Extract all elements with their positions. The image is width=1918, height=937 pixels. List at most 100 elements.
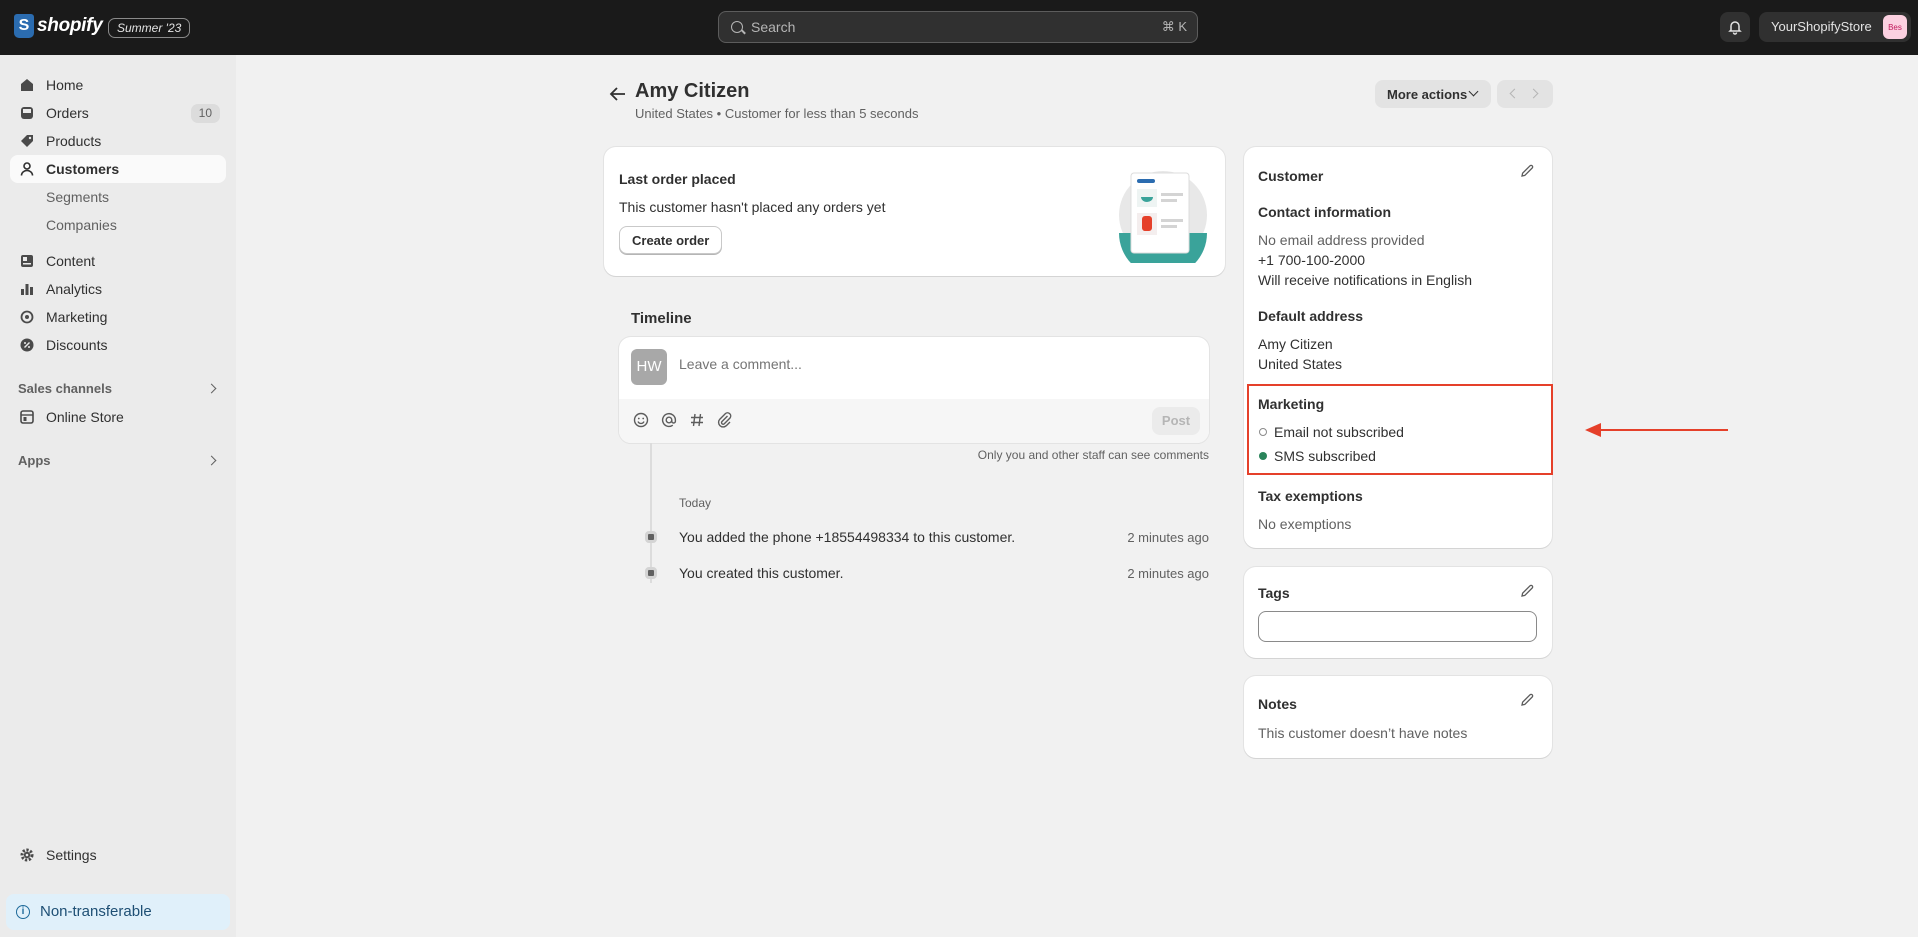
sidebar-item-label: Discounts bbox=[46, 337, 108, 353]
customer-phone[interactable]: +1 700-100-2000 bbox=[1258, 252, 1365, 268]
sidebar-item-discounts[interactable]: Discounts bbox=[10, 331, 226, 359]
sidebar-item-home[interactable]: Home bbox=[10, 71, 226, 99]
orders-count-badge: 10 bbox=[190, 104, 220, 123]
staff-note: Only you and other staff can see comment… bbox=[977, 448, 1209, 462]
annotation-arrow-line bbox=[1598, 429, 1728, 431]
customer-card: Customer Contact information No email ad… bbox=[1244, 147, 1552, 548]
next-icon[interactable] bbox=[1528, 88, 1539, 99]
customer-email: No email address provided bbox=[1258, 232, 1425, 248]
sidebar-item-marketing[interactable]: Marketing bbox=[10, 303, 226, 331]
emoji-icon[interactable] bbox=[632, 411, 650, 429]
comment-box: HW Post bbox=[619, 337, 1209, 443]
customer-card-title: Customer bbox=[1258, 168, 1324, 184]
non-transferable-label: Non-transferable bbox=[40, 903, 152, 920]
previous-icon[interactable] bbox=[1509, 88, 1520, 99]
sidebar-item-label: Orders bbox=[46, 105, 89, 121]
last-order-text: This customer hasn't placed any orders y… bbox=[619, 199, 886, 215]
mention-icon[interactable] bbox=[660, 411, 678, 429]
more-actions-button[interactable]: More actions bbox=[1375, 80, 1491, 108]
timeline-event-time: 2 minutes ago bbox=[1127, 566, 1209, 581]
apps-heading[interactable]: Apps bbox=[18, 453, 51, 468]
sales-channels-heading[interactable]: Sales channels bbox=[18, 381, 112, 396]
sidebar-item-label: Home bbox=[46, 77, 84, 93]
timeline-day-label: Today bbox=[679, 496, 712, 510]
gear-icon bbox=[20, 848, 34, 862]
sidebar-item-label: Products bbox=[46, 133, 102, 149]
back-arrow-icon[interactable] bbox=[607, 84, 629, 104]
content-icon bbox=[21, 255, 33, 267]
non-transferable-banner[interactable]: i Non-transferable bbox=[6, 894, 230, 930]
sidebar-item-segments[interactable]: Segments bbox=[10, 183, 226, 211]
notes-title: Notes bbox=[1258, 696, 1297, 712]
timeline-event-time: 2 minutes ago bbox=[1127, 530, 1209, 545]
timeline-event-text: You created this customer. bbox=[679, 565, 844, 581]
search-bar[interactable]: Search ⌘ K bbox=[718, 11, 1198, 43]
top-bar: S shopify Summer '23 Search ⌘ K YourShop… bbox=[0, 0, 1918, 55]
bar-chart-icon bbox=[21, 284, 33, 295]
timeline-event-text: You added the phone +18554498334 to this… bbox=[679, 529, 1016, 545]
post-button[interactable]: Post bbox=[1152, 407, 1200, 435]
sidebar-item-analytics[interactable]: Analytics bbox=[10, 275, 226, 303]
hashtag-icon[interactable] bbox=[688, 411, 706, 429]
comment-toolbar: Post bbox=[619, 399, 1209, 443]
page-subtitle: United States • Customer for less than 5… bbox=[635, 106, 919, 121]
sidebar-item-label: Companies bbox=[46, 217, 117, 233]
discount-icon bbox=[20, 338, 34, 352]
last-order-title: Last order placed bbox=[619, 171, 736, 187]
timeline-line bbox=[650, 443, 652, 583]
sidebar-item-label: Marketing bbox=[46, 309, 108, 325]
sidebar-item-settings[interactable]: Settings bbox=[10, 841, 226, 869]
store-name: YourShopifyStore bbox=[1771, 19, 1872, 34]
shopify-logo[interactable]: S shopify bbox=[14, 14, 103, 38]
more-actions-label: More actions bbox=[1387, 87, 1468, 102]
notifications-button[interactable] bbox=[1720, 12, 1750, 42]
bell-icon bbox=[1728, 21, 1742, 35]
sidebar-item-companies[interactable]: Companies bbox=[10, 211, 226, 239]
attachment-icon[interactable] bbox=[716, 411, 734, 429]
sidebar-item-label: Content bbox=[46, 253, 96, 269]
store-menu-button[interactable]: YourShopifyStore Bes bbox=[1759, 12, 1911, 42]
customer-notifications-language: Will receive notifications in English bbox=[1258, 272, 1472, 288]
search-shortcut: ⌘ K bbox=[1161, 19, 1187, 34]
page-title: Amy Citizen bbox=[635, 80, 750, 102]
edit-pencil-icon[interactable] bbox=[1519, 163, 1535, 179]
tags-input[interactable] bbox=[1258, 611, 1537, 642]
annotation-arrow-head-icon bbox=[1585, 423, 1601, 437]
last-order-card: Last order placed This customer hasn't p… bbox=[604, 147, 1225, 276]
tax-exemptions-value: No exemptions bbox=[1258, 516, 1352, 532]
chevron-right-icon[interactable] bbox=[206, 383, 217, 394]
chevron-down-icon bbox=[1468, 86, 1479, 97]
store-icon bbox=[20, 410, 34, 424]
inbox-icon bbox=[21, 107, 33, 119]
tag-icon bbox=[21, 135, 33, 147]
create-order-button[interactable]: Create order bbox=[619, 226, 723, 254]
search-icon bbox=[731, 21, 743, 33]
edit-pencil-icon[interactable] bbox=[1519, 692, 1535, 708]
contact-info-title: Contact information bbox=[1258, 204, 1391, 220]
timeline-event-dot bbox=[645, 567, 657, 579]
tags-title: Tags bbox=[1258, 585, 1290, 601]
edit-pencil-icon[interactable] bbox=[1519, 583, 1535, 599]
sidebar-item-label: Analytics bbox=[46, 281, 103, 297]
sidebar-item-label: Customers bbox=[46, 161, 120, 177]
target-icon bbox=[20, 310, 34, 324]
chevron-right-icon[interactable] bbox=[206, 455, 217, 466]
timeline-event-dot bbox=[645, 531, 657, 543]
notes-text: This customer doesn’t have notes bbox=[1258, 725, 1468, 741]
info-icon: i bbox=[16, 905, 30, 919]
address-country: United States bbox=[1258, 356, 1343, 372]
sidebar-item-label: Segments bbox=[46, 189, 110, 205]
sidebar-item-customers[interactable]: Customers bbox=[10, 155, 226, 183]
address-name: Amy Citizen bbox=[1258, 336, 1333, 352]
sidebar-item-orders[interactable]: Orders 10 bbox=[10, 99, 226, 127]
sidebar-item-content[interactable]: Content bbox=[10, 247, 226, 275]
timeline-title: Timeline bbox=[631, 310, 692, 327]
default-address-title: Default address bbox=[1258, 308, 1364, 324]
sidebar-item-label: Settings bbox=[46, 847, 97, 863]
comment-input[interactable] bbox=[679, 356, 1179, 372]
home-icon bbox=[21, 79, 33, 91]
sidebar-item-online-store[interactable]: Online Store bbox=[10, 403, 226, 431]
pagination bbox=[1497, 80, 1553, 108]
sidebar-item-products[interactable]: Products bbox=[10, 127, 226, 155]
edition-badge[interactable]: Summer '23 bbox=[108, 18, 191, 38]
